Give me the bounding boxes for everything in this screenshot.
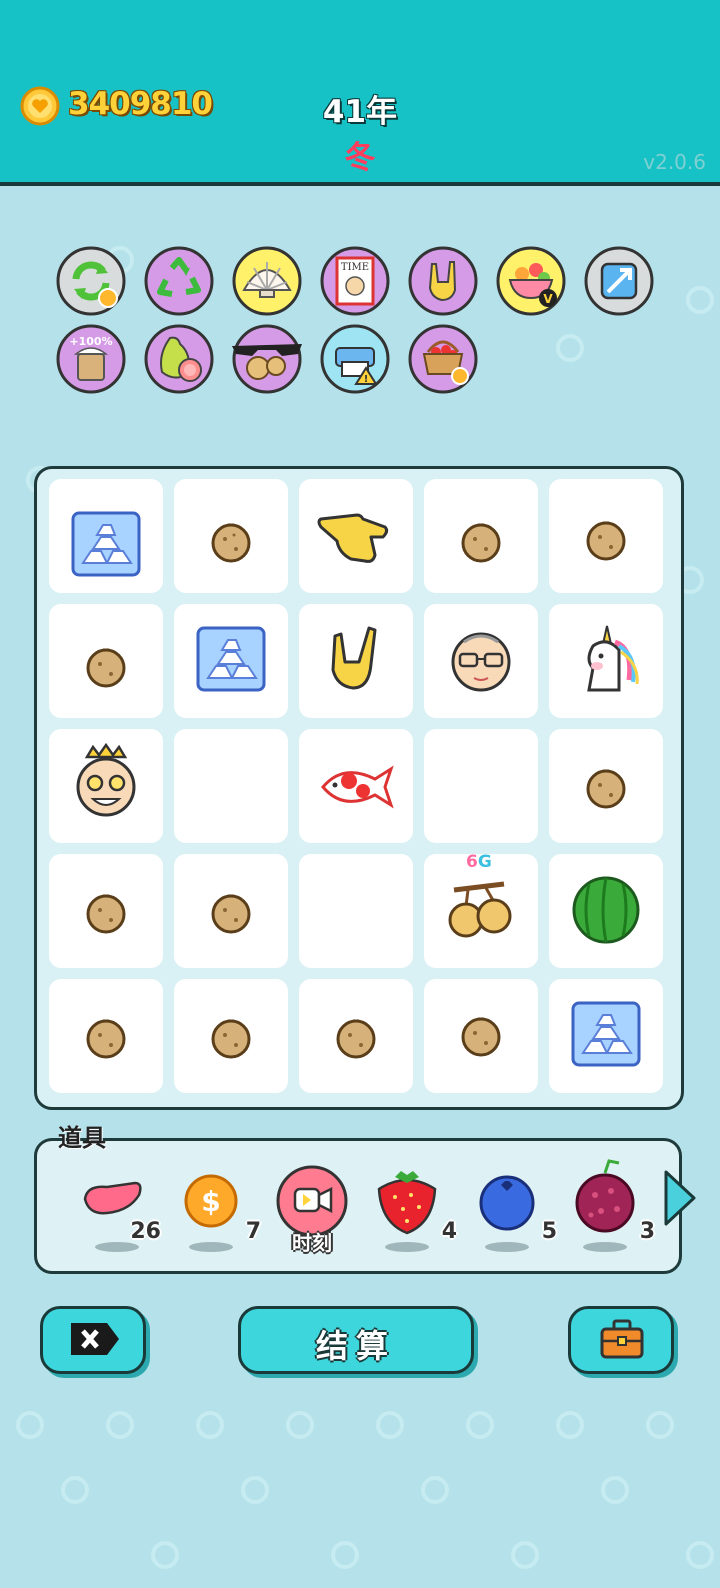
prop-strawberry[interactable]: 4	[373, 1151, 463, 1261]
prop-count: 5	[541, 1219, 557, 1244]
board-cell-empty[interactable]	[299, 854, 413, 968]
board-cell-empty[interactable]	[174, 729, 288, 843]
board-cell-koi-fish[interactable]	[299, 729, 413, 843]
longan-icon	[336, 1019, 376, 1059]
props-title: 道具	[58, 1124, 106, 1152]
prop-bayberry[interactable]: 3	[571, 1151, 661, 1261]
board-cell-pointing-hand[interactable]	[299, 479, 413, 593]
svg-text:TIME: TIME	[341, 262, 369, 273]
bag-button[interactable]	[568, 1306, 674, 1374]
dollar-coin-icon: $	[184, 1174, 238, 1252]
bayberry-icon	[575, 1159, 635, 1252]
fruit-basket-icon[interactable]	[408, 324, 478, 394]
longan-icon	[86, 648, 126, 688]
close-button[interactable]	[40, 1306, 146, 1374]
shell-icon[interactable]	[232, 246, 302, 316]
fruit-bowl-icon[interactable]: V	[496, 246, 566, 316]
rock-hand-icon	[331, 626, 377, 690]
longan-sunglasses-icon[interactable]	[232, 324, 302, 394]
board-cell-longan[interactable]	[549, 479, 663, 593]
longan-icon	[461, 1017, 501, 1057]
blueberry-icon	[479, 1175, 535, 1252]
prop-count: 7	[245, 1219, 261, 1244]
board-cell-longan[interactable]	[174, 979, 288, 1093]
board-cell-grandpa[interactable]	[424, 604, 538, 718]
game-board: 6G	[34, 466, 684, 1110]
longan-icon	[86, 894, 126, 934]
prop-count: 4	[441, 1219, 457, 1244]
settle-button[interactable]: 结算	[238, 1306, 474, 1374]
liver-icon	[83, 1181, 142, 1252]
time-magazine-icon[interactable]: TIME	[320, 246, 390, 316]
board-cell-longan[interactable]	[49, 979, 163, 1093]
board-cell-rock-hand[interactable]	[299, 604, 413, 718]
longan-icon	[586, 769, 626, 809]
board-cell-longan[interactable]	[174, 854, 288, 968]
unicorn-icon	[587, 625, 639, 692]
king-grandpa-icon	[76, 742, 136, 817]
board-cell-silver-bars[interactable]	[49, 479, 163, 593]
svg-text:!: !	[364, 374, 369, 385]
watermelon-icon	[572, 876, 640, 944]
prop-video[interactable]: 时刻	[267, 1151, 357, 1261]
briefcase-icon	[600, 1319, 644, 1359]
top-bar: 3409810 41年 冬 v2.0.6	[0, 0, 720, 186]
printer-warning-icon[interactable]: !	[320, 324, 390, 394]
silver-bars-icon	[71, 511, 141, 577]
silver-bars-icon	[196, 626, 266, 692]
refresh-arrows-icon[interactable]	[56, 246, 126, 316]
close-tag-icon	[71, 1323, 119, 1355]
prop-count: 26	[130, 1219, 161, 1244]
board-cell-empty[interactable]	[424, 729, 538, 843]
board-cell-longan[interactable]	[299, 979, 413, 1093]
board-cell-longan[interactable]	[49, 854, 163, 968]
upgrade-arrow-icon[interactable]	[584, 246, 654, 316]
svg-text:$: $	[201, 1185, 220, 1218]
board-cell-silver-bars[interactable]	[549, 979, 663, 1093]
longan-icon	[86, 1019, 126, 1059]
props-panel: 26 $ 7 时刻 4 5 3	[34, 1138, 682, 1274]
board-cell-unicorn[interactable]	[549, 604, 663, 718]
board-cell-longan[interactable]	[424, 979, 538, 1093]
board-cell-silver-bars[interactable]	[174, 604, 288, 718]
svg-text:+100%: +100%	[69, 335, 112, 348]
longan-icon	[211, 523, 251, 563]
prop-dollar-coin[interactable]: $ 7	[177, 1151, 267, 1261]
board-cell-longan[interactable]	[424, 479, 538, 593]
video-label: 时刻	[292, 1231, 332, 1255]
plus100-jar-icon[interactable]: +100%	[56, 324, 126, 394]
prop-liver[interactable]: 26	[77, 1151, 167, 1261]
board-cell-longan-pair[interactable]: 6G	[424, 852, 538, 968]
board-cell-longan[interactable]	[174, 479, 288, 593]
season-label: 冬	[344, 140, 376, 176]
longan-icon	[586, 521, 626, 561]
grandpa-icon	[451, 632, 511, 692]
board-cell-longan[interactable]	[549, 729, 663, 843]
prop-blueberry[interactable]: 5	[473, 1151, 563, 1261]
version-label: v2.0.6	[643, 150, 706, 174]
longan-pair-icon	[448, 881, 512, 938]
board-cell-longan[interactable]	[49, 604, 163, 718]
board-cell-watermelon[interactable]	[549, 854, 663, 968]
next-arrow-icon[interactable]	[660, 1168, 700, 1228]
year-label: 41年	[322, 94, 398, 130]
svg-text:V: V	[543, 292, 553, 306]
longan-icon	[461, 523, 501, 563]
strawberry-icon	[377, 1171, 437, 1252]
pointing-hand-icon	[317, 513, 389, 563]
pomelo-icon[interactable]	[144, 324, 214, 394]
settle-label: 结算	[315, 1327, 396, 1365]
board-cell-king-grandpa[interactable]	[49, 729, 163, 843]
koi-fish-icon	[321, 765, 394, 809]
longan-icon	[211, 894, 251, 934]
recycle-icon[interactable]	[144, 246, 214, 316]
longan-icon	[211, 1019, 251, 1059]
rock-hand-icon[interactable]	[408, 246, 478, 316]
prop-count: 3	[639, 1219, 655, 1244]
silver-bars-icon	[571, 1001, 641, 1067]
